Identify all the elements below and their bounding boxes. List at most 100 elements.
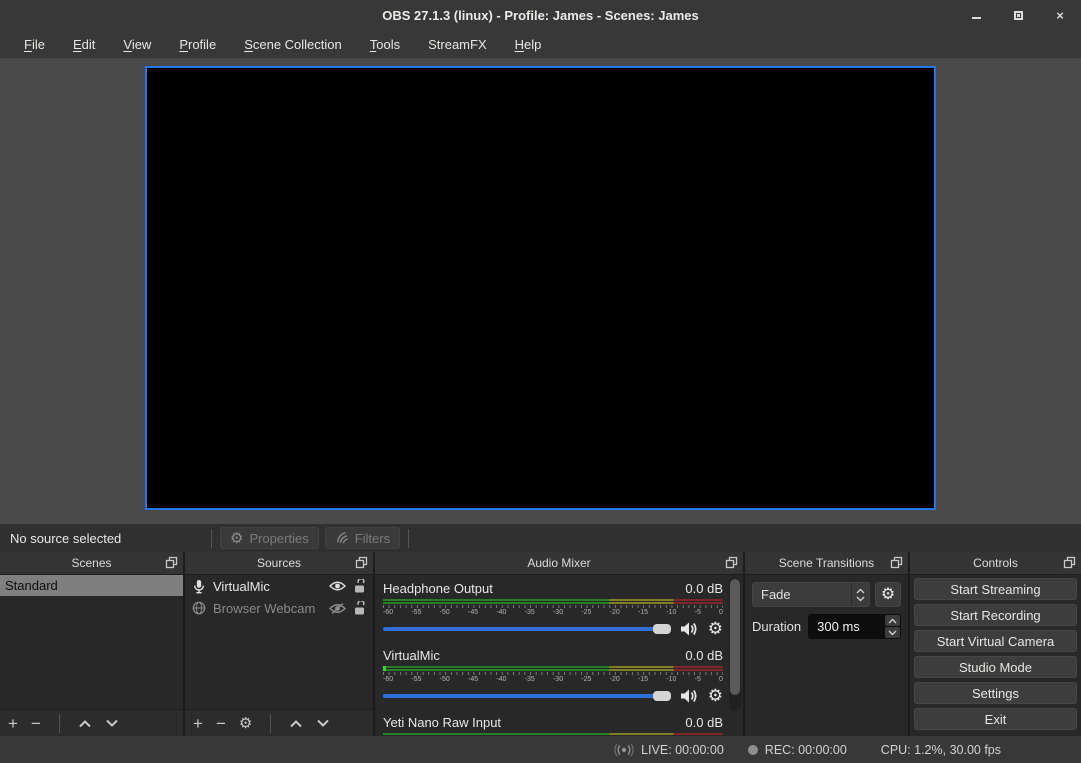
scene-transitions-panel-header[interactable]: Scene Transitions	[745, 552, 908, 575]
visibility-eye-slash-icon[interactable]	[329, 602, 346, 615]
channel-name: Yeti Nano Raw Input	[383, 715, 501, 730]
duration-decrement-button[interactable]	[885, 627, 900, 638]
statusbar: LIVE: 00:00:00 REC: 00:00:00 CPU: 1.2%, …	[0, 736, 1081, 763]
sources-panel-title: Sources	[257, 556, 301, 570]
scenes-panel-header[interactable]: Scenes	[0, 552, 183, 575]
duration-label: Duration	[752, 619, 801, 634]
globe-icon	[192, 601, 206, 615]
channel-db-value: 0.0 dB	[685, 648, 723, 663]
meter-scale: -60-55-50-45-40-35-30-25-20-15-10-50	[383, 675, 723, 684]
channel-gear-icon[interactable]: ⚙	[708, 620, 723, 637]
visibility-eye-icon[interactable]	[329, 580, 346, 592]
popout-icon[interactable]	[165, 556, 178, 569]
start-streaming-button[interactable]: Start Streaming	[914, 578, 1077, 600]
audio-mixer-content: Headphone Output 0.0 dB -60-55-50-45-40-…	[375, 575, 743, 736]
maximize-icon	[1014, 11, 1023, 20]
add-source-button[interactable]: +	[193, 715, 203, 732]
preview-canvas[interactable]	[145, 66, 936, 510]
controls-panel-title: Controls	[973, 556, 1018, 570]
toolbar-divider	[59, 714, 60, 733]
source-row-virtualmic[interactable]: VirtualMic	[185, 575, 373, 597]
duration-spinbox[interactable]: 300 ms	[808, 614, 901, 639]
gear-icon: ⚙	[881, 587, 895, 603]
move-source-down-button[interactable]	[316, 719, 330, 728]
volume-meter	[383, 733, 723, 736]
properties-button[interactable]: ⚙ Properties	[220, 527, 319, 549]
window-controls: ×	[969, 0, 1067, 30]
channel-name: Headphone Output	[383, 581, 493, 596]
volume-meter	[383, 666, 723, 671]
scenes-panel: Scenes Standard + −	[0, 552, 183, 736]
add-scene-button[interactable]: +	[8, 715, 18, 732]
popout-icon[interactable]	[725, 556, 738, 569]
scrollbar-thumb[interactable]	[730, 579, 740, 695]
close-button[interactable]: ×	[1053, 8, 1067, 22]
menu-help[interactable]: Help	[501, 33, 556, 56]
dock-area: Scenes Standard + − Sources	[0, 552, 1081, 736]
volume-meter	[383, 599, 723, 604]
studio-mode-button[interactable]: Studio Mode	[914, 656, 1077, 678]
toolbar-divider	[270, 714, 271, 733]
mixer-channel-yeti-nano: Yeti Nano Raw Input 0.0 dB -60-55-50-45-…	[383, 714, 723, 736]
remove-source-button[interactable]: −	[216, 715, 226, 732]
audio-mixer-panel-header[interactable]: Audio Mixer	[375, 552, 743, 575]
preview-area	[0, 58, 1081, 524]
slider-handle[interactable]	[653, 691, 671, 701]
popout-icon[interactable]	[1063, 556, 1076, 569]
mixer-channel-virtualmic: VirtualMic 0.0 dB -60-55-50-45-40-35-30-…	[383, 647, 723, 705]
start-recording-button[interactable]: Start Recording	[914, 604, 1077, 626]
lock-open-icon[interactable]	[353, 601, 366, 615]
volume-slider[interactable]	[383, 694, 671, 698]
controls-panel-header[interactable]: Controls	[910, 552, 1081, 575]
filters-button[interactable]: Filters	[325, 527, 400, 549]
maximize-button[interactable]	[1011, 8, 1025, 22]
toolbar-divider	[408, 529, 409, 548]
popout-icon[interactable]	[890, 556, 903, 569]
popout-icon[interactable]	[355, 556, 368, 569]
duration-increment-button[interactable]	[885, 615, 900, 626]
menu-edit[interactable]: Edit	[59, 33, 109, 56]
source-properties-gear-button[interactable]: ⚙	[239, 716, 252, 731]
speaker-icon[interactable]	[680, 688, 699, 704]
toolbar-divider	[211, 529, 212, 548]
scene-list-item[interactable]: Standard	[0, 575, 183, 596]
live-time: LIVE: 00:00:00	[641, 743, 724, 757]
start-virtual-camera-button[interactable]: Start Virtual Camera	[914, 630, 1077, 652]
exit-button[interactable]: Exit	[914, 708, 1077, 730]
cpu-fps-stats: CPU: 1.2%, 30.00 fps	[881, 743, 1001, 757]
move-scene-down-button[interactable]	[105, 719, 119, 728]
scene-transitions-panel: Scene Transitions Fade ⚙	[745, 552, 908, 736]
channel-db-value: 0.0 dB	[685, 715, 723, 730]
menu-streamfx[interactable]: StreamFX	[414, 33, 501, 56]
rec-dot-icon	[748, 745, 758, 755]
source-row-browser-webcam[interactable]: Browser Webcam	[185, 597, 373, 619]
menu-tools[interactable]: Tools	[356, 33, 414, 56]
audio-mixer-panel: Audio Mixer Headphone Output 0.0 dB -60-…	[375, 552, 743, 736]
transition-settings-button[interactable]: ⚙	[875, 582, 901, 607]
settings-button[interactable]: Settings	[914, 682, 1077, 704]
remove-scene-button[interactable]: −	[31, 715, 41, 732]
speaker-icon[interactable]	[680, 621, 699, 637]
lock-open-icon[interactable]	[353, 579, 366, 593]
obs-window: OBS 27.1.3 (linux) - Profile: James - Sc…	[0, 0, 1081, 763]
move-scene-up-button[interactable]	[78, 719, 92, 728]
source-toolbar: No source selected ⚙ Properties Filters	[0, 524, 1081, 552]
mixer-scrollbar[interactable]	[729, 577, 741, 711]
minimize-button[interactable]	[969, 8, 983, 22]
minimize-icon	[972, 17, 981, 19]
slider-handle[interactable]	[653, 624, 671, 634]
volume-slider[interactable]	[383, 627, 671, 631]
combobox-spinner-icon[interactable]	[851, 583, 869, 606]
transition-select[interactable]: Fade	[752, 582, 870, 607]
menu-scene-collection[interactable]: Scene Collection	[230, 33, 356, 56]
move-source-up-button[interactable]	[289, 719, 303, 728]
menu-file[interactable]: File	[10, 33, 59, 56]
channel-gear-icon[interactable]: ⚙	[708, 687, 723, 704]
menu-profile[interactable]: Profile	[165, 33, 230, 56]
source-status-label: No source selected	[10, 531, 206, 546]
filters-icon	[335, 531, 349, 545]
sources-panel-header[interactable]: Sources	[185, 552, 373, 575]
close-icon: ×	[1056, 9, 1064, 22]
broadcast-icon	[614, 743, 634, 757]
menu-view[interactable]: View	[109, 33, 165, 56]
